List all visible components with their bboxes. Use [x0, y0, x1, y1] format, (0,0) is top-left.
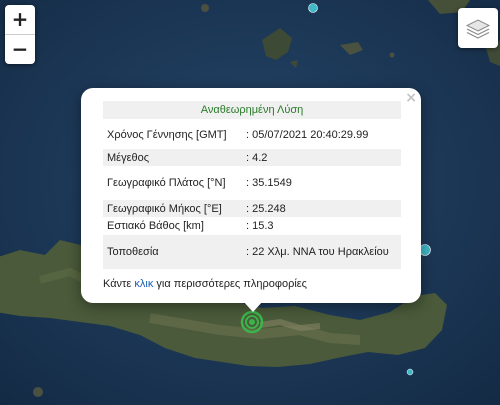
layers-icon [465, 19, 491, 39]
epicenter-dot [419, 244, 431, 256]
zoom-in-button[interactable]: + [5, 5, 35, 35]
row-value: : 25.248 [246, 202, 286, 215]
zoom-out-button[interactable]: − [5, 35, 35, 64]
popup-tip [243, 301, 263, 312]
row-label: Γεωγραφικό Μήκος [°E] [107, 202, 222, 215]
epicenter-dot [308, 3, 318, 13]
map-area[interactable]: + − × Αναθεωρημένη Λύση Χρόνος Γέννησης … [0, 0, 500, 405]
zoom-control: + − [5, 5, 35, 64]
table-row: Χρόνος Γέννησης [GMT] : 05/07/2021 20:40… [103, 121, 401, 149]
more-prefix: Κάντε [103, 278, 135, 290]
popup-title: Αναθεωρημένη Λύση [103, 101, 401, 119]
row-value: : 15.3 [246, 220, 274, 232]
close-icon[interactable]: × [405, 90, 417, 106]
row-label: Εστιακό Βάθος [km] [107, 220, 204, 232]
event-info-popup: × Αναθεωρημένη Λύση Χρόνος Γέννησης [GMT… [81, 88, 421, 312]
row-label: Γεωγραφικό Πλάτος [°N] [107, 177, 226, 189]
table-row: Τοποθεσία : 22 Χλμ. ΝΝΑ του Ηρακλείου [103, 235, 401, 269]
row-value: : 05/07/2021 20:40:29.99 [246, 129, 369, 141]
table-row: Γεωγραφικό Μήκος [°E] : 25.248 [103, 200, 401, 217]
more-info-line: Κάντε κλικ για περισσότερες πληροφορίες [103, 278, 307, 290]
layers-button[interactable] [458, 8, 498, 48]
more-suffix: για περισσότερες πληροφορίες [153, 278, 307, 290]
more-info-link[interactable]: κλικ [134, 278, 153, 290]
row-value: : 35.1549 [246, 177, 292, 189]
table-row: Εστιακό Βάθος [km] : 15.3 [103, 217, 401, 235]
row-label: Χρόνος Γέννησης [GMT] [107, 129, 227, 141]
event-details-table: Χρόνος Γέννησης [GMT] : 05/07/2021 20:40… [103, 121, 401, 269]
table-row: Γεωγραφικό Πλάτος [°N] : 35.1549 [103, 166, 401, 200]
row-label: Μέγεθος [107, 151, 150, 164]
row-label: Τοποθεσία [107, 246, 159, 258]
row-value: : 22 Χλμ. ΝΝΑ του Ηρακλείου [246, 246, 389, 258]
selected-epicenter-marker [240, 310, 264, 334]
epicenter-dot [406, 368, 414, 376]
table-row: Μέγεθος : 4.2 [103, 149, 401, 166]
row-value: : 4.2 [246, 151, 268, 164]
